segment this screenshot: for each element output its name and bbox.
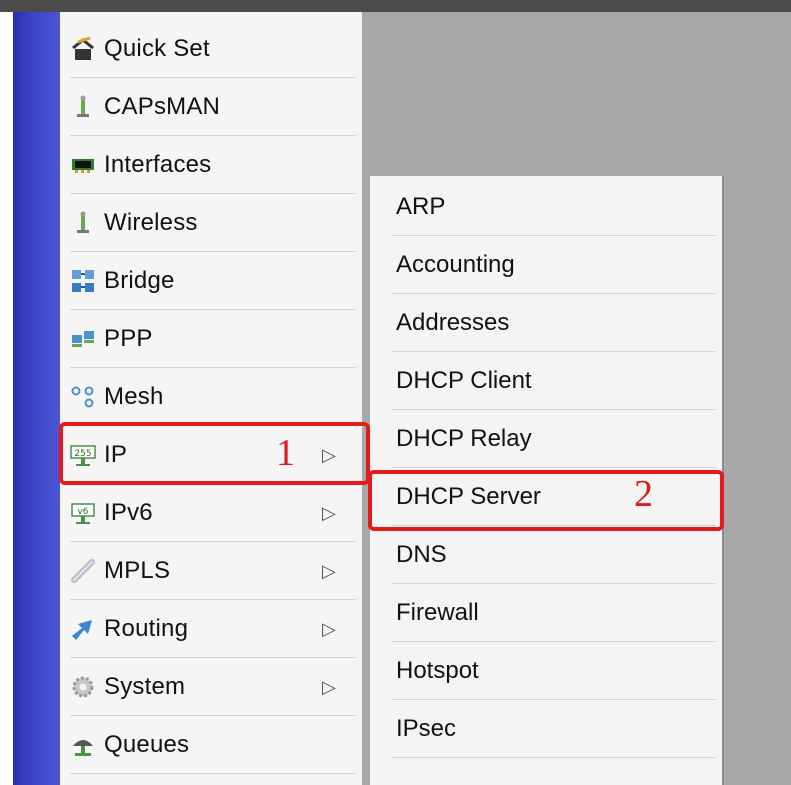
submenu-item-addresses[interactable]: Addresses (370, 294, 722, 352)
svg-text:v6: v6 (77, 507, 88, 517)
routing-icon (70, 616, 96, 642)
menu-item-label: IPv6 (104, 499, 153, 526)
submenu-item-arp[interactable]: ARP (370, 178, 722, 236)
ppp-icon (70, 326, 96, 352)
interfaces-card-icon (70, 152, 96, 178)
menu-item-label: Quick Set (104, 35, 210, 62)
submenu-item-dns[interactable]: DNS (370, 526, 722, 584)
menu-item-label: CAPsMAN (104, 93, 221, 120)
queues-icon (70, 732, 96, 758)
menu-item-label: Wireless (104, 209, 198, 236)
submenu-item-hotspot[interactable]: Hotspot (370, 642, 722, 700)
menu-item-queues[interactable]: Queues (60, 716, 362, 774)
main-menu: Quick Set CAPsMAN Interfaces Wireless Br… (60, 12, 362, 785)
menu-item-label: Routing (104, 615, 189, 642)
top-strip (0, 0, 791, 12)
capsman-antenna-icon (70, 94, 96, 120)
mpls-icon (70, 558, 96, 584)
left-vertical-bar (13, 12, 60, 785)
menu-item-routing[interactable]: Routing ▷ (60, 600, 362, 658)
submenu-item-label: DHCP Client (396, 367, 532, 394)
submenu-item-accounting[interactable]: Accounting (370, 236, 722, 294)
menu-item-system[interactable]: System ▷ (60, 658, 362, 716)
menu-item-capsman[interactable]: CAPsMAN (60, 78, 362, 136)
menu-item-quick-set[interactable]: Quick Set (60, 20, 362, 78)
submenu-item-dhcp-relay[interactable]: DHCP Relay (370, 410, 722, 468)
submenu-item-label: DNS (396, 541, 447, 568)
menu-item-label: MPLS (104, 557, 171, 584)
menu-item-mpls[interactable]: MPLS ▷ (60, 542, 362, 600)
menu-item-label: Mesh (104, 383, 164, 410)
submenu-item-firewall[interactable]: Firewall (370, 584, 722, 642)
submenu-item-dhcp-client[interactable]: DHCP Client (370, 352, 722, 410)
submenu-item-label: ARP (396, 193, 446, 220)
bridge-icon (70, 268, 96, 294)
menu-item-label: PPP (104, 325, 153, 352)
submenu-item-label: IPsec (396, 715, 457, 742)
ipv6-icon: v6 (70, 500, 96, 526)
submenu-arrow-icon: ▷ (322, 561, 336, 581)
menu-item-interfaces[interactable]: Interfaces (60, 136, 362, 194)
menu-item-mesh[interactable]: Mesh (60, 368, 362, 426)
menu-item-ipv6[interactable]: v6 IPv6 ▷ (60, 484, 362, 542)
highlight-box-ip (59, 422, 370, 485)
submenu-arrow-icon: ▷ (322, 677, 336, 697)
submenu-item-label: Firewall (396, 599, 479, 626)
menu-item-label: Interfaces (104, 151, 212, 178)
submenu-item-label: DHCP Relay (396, 425, 532, 452)
wireless-antenna-icon (70, 210, 96, 236)
submenu-item-label: Hotspot (396, 657, 479, 684)
system-gear-icon (70, 674, 96, 700)
menu-item-ppp[interactable]: PPP (60, 310, 362, 368)
menu-item-label: Queues (104, 731, 190, 758)
highlight-box-dhcp-server (368, 470, 724, 531)
submenu-item-label: Addresses (396, 309, 510, 336)
submenu-item-ipsec[interactable]: IPsec (370, 700, 722, 758)
mesh-icon (70, 384, 96, 410)
submenu-arrow-icon: ▷ (322, 619, 336, 639)
submenu-arrow-icon: ▷ (322, 503, 336, 523)
menu-item-bridge[interactable]: Bridge (60, 252, 362, 310)
menu-item-wireless[interactable]: Wireless (60, 194, 362, 252)
quick-set-icon (70, 36, 96, 62)
menu-item-label: System (104, 673, 186, 700)
menu-item-label: Bridge (104, 267, 175, 294)
submenu-item-label: Accounting (396, 251, 515, 278)
